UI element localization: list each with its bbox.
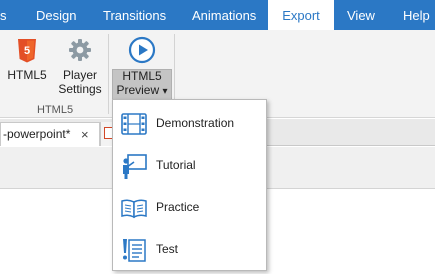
preview-label-text: Preview bbox=[116, 83, 160, 97]
gear-icon bbox=[69, 39, 91, 61]
preview-label-line1: HTML5 bbox=[122, 69, 162, 83]
html5-icon: 5 bbox=[18, 39, 36, 63]
html5-preview-button[interactable]: HTML5 Preview ▾ bbox=[112, 32, 172, 100]
tab-design[interactable]: Design bbox=[36, 0, 76, 30]
tab-animations[interactable]: Animations bbox=[192, 0, 256, 30]
group-separator bbox=[108, 34, 109, 114]
tab-partial[interactable]: s bbox=[0, 0, 7, 30]
tab-transitions[interactable]: Transitions bbox=[103, 0, 166, 30]
player-settings-label-line2: Settings bbox=[58, 82, 102, 96]
menu-item-label: Demonstration bbox=[156, 116, 235, 130]
tab-view[interactable]: View bbox=[347, 0, 375, 30]
film-icon bbox=[121, 113, 147, 135]
menu-item-demonstration[interactable]: Demonstration bbox=[113, 104, 266, 144]
chevron-down-icon: ▾ bbox=[162, 86, 168, 97]
preview-label-line2: Preview ▾ bbox=[112, 83, 172, 99]
tab-export[interactable]: Export bbox=[268, 0, 334, 30]
svg-text:5: 5 bbox=[24, 45, 30, 57]
open-book-icon bbox=[121, 199, 147, 219]
ribbon-tab-bar: s Design Transitions Animations Export V… bbox=[0, 0, 435, 30]
tab-help[interactable]: Help bbox=[403, 0, 430, 30]
close-icon[interactable]: × bbox=[81, 124, 89, 146]
html5-preview-dropdown: Demonstration Tutorial Practice Test bbox=[112, 99, 267, 271]
player-settings-button[interactable]: Player Settings bbox=[54, 32, 106, 102]
presenter-icon bbox=[123, 154, 147, 179]
html5-button-label: HTML5 bbox=[7, 68, 47, 82]
group-label-html5: HTML5 bbox=[37, 104, 74, 116]
menu-item-practice[interactable]: Practice bbox=[113, 188, 266, 228]
menu-item-label: Test bbox=[156, 242, 179, 256]
menu-item-label: Practice bbox=[156, 200, 200, 214]
document-tab-title: -powerpoint* bbox=[3, 127, 71, 141]
player-settings-label-line1: Player bbox=[62, 68, 97, 82]
checklist-icon bbox=[123, 239, 146, 262]
menu-item-test[interactable]: Test bbox=[113, 230, 266, 270]
menu-item-tutorial[interactable]: Tutorial bbox=[113, 146, 266, 186]
play-icon bbox=[128, 36, 156, 64]
menu-item-label: Tutorial bbox=[156, 158, 196, 172]
html5-button[interactable]: 5 HTML5 bbox=[3, 32, 51, 100]
document-tab-active[interactable]: -powerpoint* × bbox=[0, 122, 100, 146]
